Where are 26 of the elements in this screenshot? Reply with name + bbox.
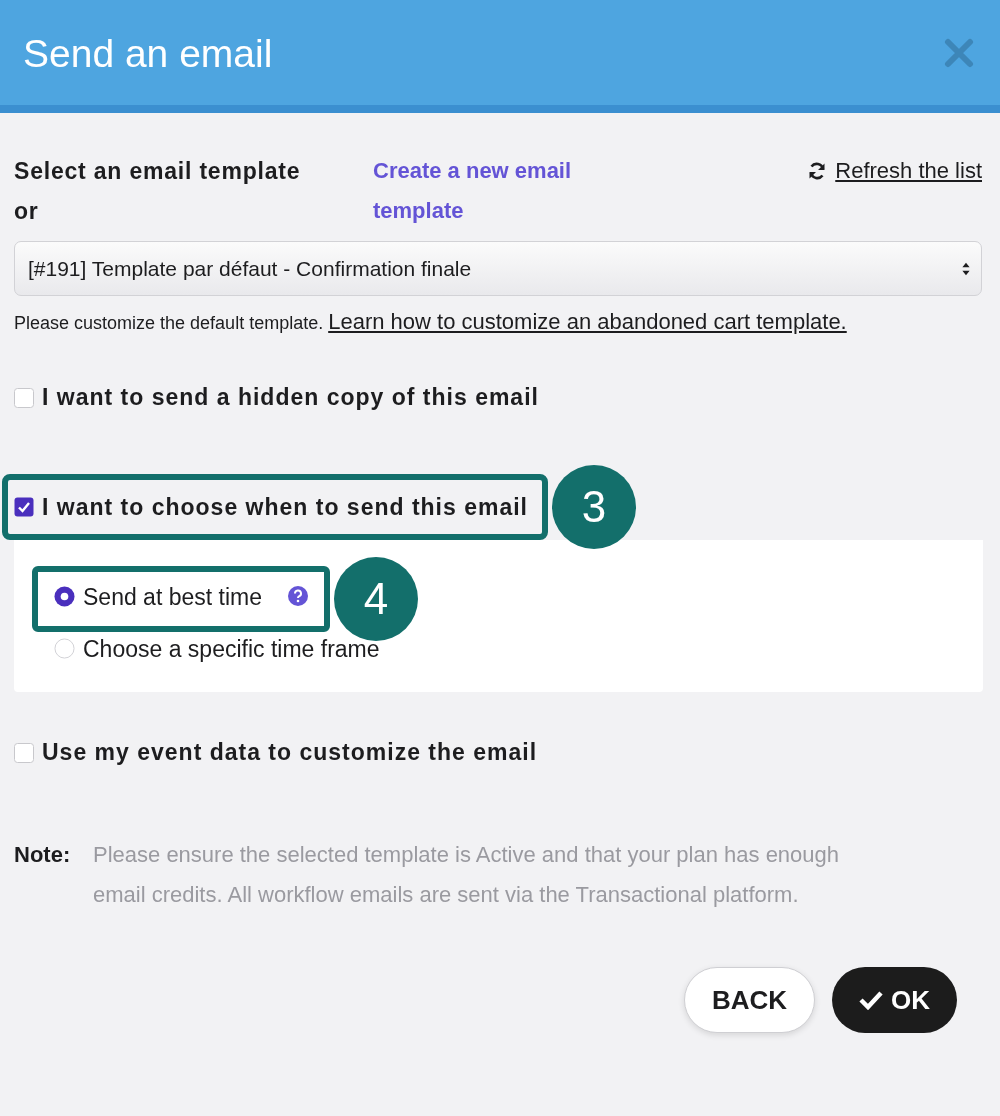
back-button[interactable]: BACK (683, 967, 815, 1033)
template-dropdown[interactable]: [#191] Template par défaut - Confirmation finale (14, 241, 982, 296)
checkbox[interactable] (14, 742, 34, 763)
checkbox-label[interactable]: I want to choose when to send this email (42, 493, 528, 521)
checkbox-label[interactable]: I want to send a hidden copy of this email (42, 384, 539, 411)
refresh-link[interactable]: Refresh the list (807, 151, 982, 191)
refresh-icon (807, 161, 828, 181)
field-label: Select an email template or (14, 157, 302, 226)
create-template-link[interactable]: Create a new email template (373, 151, 613, 231)
radio-label[interactable]: Send at best time (83, 578, 262, 616)
radio-button[interactable] (54, 586, 75, 607)
check-icon (859, 990, 883, 1010)
note-label: Note: (14, 841, 72, 869)
callout-badge: 4 (334, 557, 418, 641)
checkbox[interactable] (14, 497, 34, 517)
callout-badge: 3 (552, 465, 636, 549)
note-text: Please ensure the selected template is Active and that your plan has enough email credits. All workflow emails are sent via the Transactional platform. (93, 841, 841, 909)
close-icon[interactable] (944, 37, 974, 68)
hint-text: Please customize the default template. Learn how to customize an abandoned cart template. (14, 308, 848, 336)
checkbox[interactable] (14, 387, 34, 408)
dialog-title: Send an email (23, 30, 273, 76)
help-icon[interactable] (288, 586, 308, 606)
ok-button[interactable]: OK (832, 967, 957, 1033)
checkbox-label[interactable]: Use my event data to customize the email (42, 739, 538, 766)
help-link[interactable]: Learn how to customize an abandoned cart template. (328, 309, 847, 334)
radio-button[interactable] (54, 638, 75, 659)
